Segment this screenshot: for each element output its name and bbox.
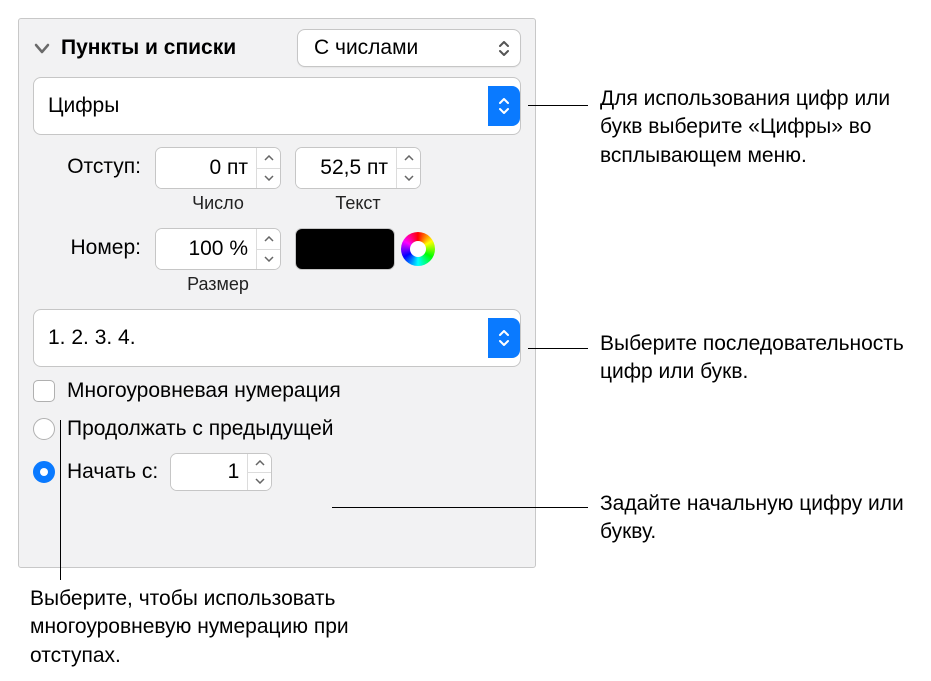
color-group <box>295 228 435 270</box>
step-up-icon[interactable] <box>397 148 420 169</box>
size-group: Размер <box>155 228 281 295</box>
step-down-icon[interactable] <box>257 250 280 270</box>
tiered-checkbox[interactable] <box>33 380 55 402</box>
start-from-input[interactable] <box>171 454 247 490</box>
number-format-dropdown[interactable]: 1. 2. 3. 4. <box>33 309 521 367</box>
leader-line <box>332 507 588 508</box>
text-indent-stepper[interactable] <box>295 147 421 189</box>
step-up-icon[interactable] <box>257 229 280 250</box>
number-indent-group: Число <box>155 147 281 214</box>
stepper-buttons[interactable] <box>247 454 271 490</box>
chevron-up-down-icon <box>498 41 510 56</box>
chevron-up-down-icon <box>488 86 520 126</box>
step-down-icon[interactable] <box>397 169 420 189</box>
color-wheel-icon[interactable] <box>401 232 435 266</box>
step-down-icon[interactable] <box>248 473 271 491</box>
number-row: Номер: Размер <box>33 228 521 295</box>
number-type-value: Цифры <box>48 94 119 118</box>
start-from-radio[interactable] <box>33 461 55 483</box>
callout-tiered: Выберите, чтобы использовать многоуровне… <box>30 585 410 670</box>
step-up-icon[interactable] <box>257 148 280 169</box>
number-format-value: 1. 2. 3. 4. <box>48 326 136 350</box>
continue-radio[interactable] <box>33 418 55 440</box>
tiered-label: Многоуровневая нумерация <box>67 379 341 403</box>
callout-format: Выберите последовательность цифр или бук… <box>600 330 910 387</box>
bullets-lists-panel: Пункты и списки С числами Цифры Отступ: <box>18 18 536 568</box>
callout-type: Для использования цифр или букв выберите… <box>600 85 920 170</box>
size-sublabel: Размер <box>187 274 249 295</box>
stepper-buttons[interactable] <box>256 229 280 269</box>
number-type-dropdown[interactable]: Цифры <box>33 77 521 135</box>
size-stepper[interactable] <box>155 228 281 270</box>
list-style-dropdown[interactable]: С числами <box>297 29 521 67</box>
number-indent-stepper[interactable] <box>155 147 281 189</box>
color-well[interactable] <box>295 228 395 270</box>
tiered-checkbox-row[interactable]: Многоуровневая нумерация <box>33 379 521 403</box>
start-from-radio-row[interactable]: Начать с: <box>33 453 521 491</box>
step-down-icon[interactable] <box>257 169 280 189</box>
start-from-stepper[interactable] <box>170 453 272 491</box>
leader-line <box>528 105 588 106</box>
indent-label: Отступ: <box>33 147 141 179</box>
leader-line <box>60 420 61 580</box>
stepper-buttons[interactable] <box>396 148 420 188</box>
step-up-icon[interactable] <box>248 454 271 473</box>
section-header: Пункты и списки С числами <box>33 29 521 67</box>
callout-start: Задайте начальную цифру или букву. <box>600 490 910 547</box>
list-style-value: С числами <box>314 36 418 60</box>
disclosure-triangle-icon[interactable] <box>33 39 51 57</box>
chevron-up-down-icon <box>488 318 520 358</box>
number-label: Номер: <box>33 228 141 260</box>
number-indent-sublabel: Число <box>192 193 244 214</box>
stepper-buttons[interactable] <box>256 148 280 188</box>
continue-label: Продолжать с предыдущей <box>67 417 334 441</box>
text-indent-sublabel: Текст <box>335 193 380 214</box>
number-indent-input[interactable] <box>156 148 256 188</box>
text-indent-group: Текст <box>295 147 421 214</box>
size-input[interactable] <box>156 229 256 269</box>
continue-radio-row[interactable]: Продолжать с предыдущей <box>33 417 521 441</box>
section-title: Пункты и списки <box>61 36 236 60</box>
leader-line <box>528 348 588 349</box>
text-indent-input[interactable] <box>296 148 396 188</box>
indent-row: Отступ: Число Текст <box>33 147 521 214</box>
start-from-label: Начать с: <box>67 460 158 484</box>
